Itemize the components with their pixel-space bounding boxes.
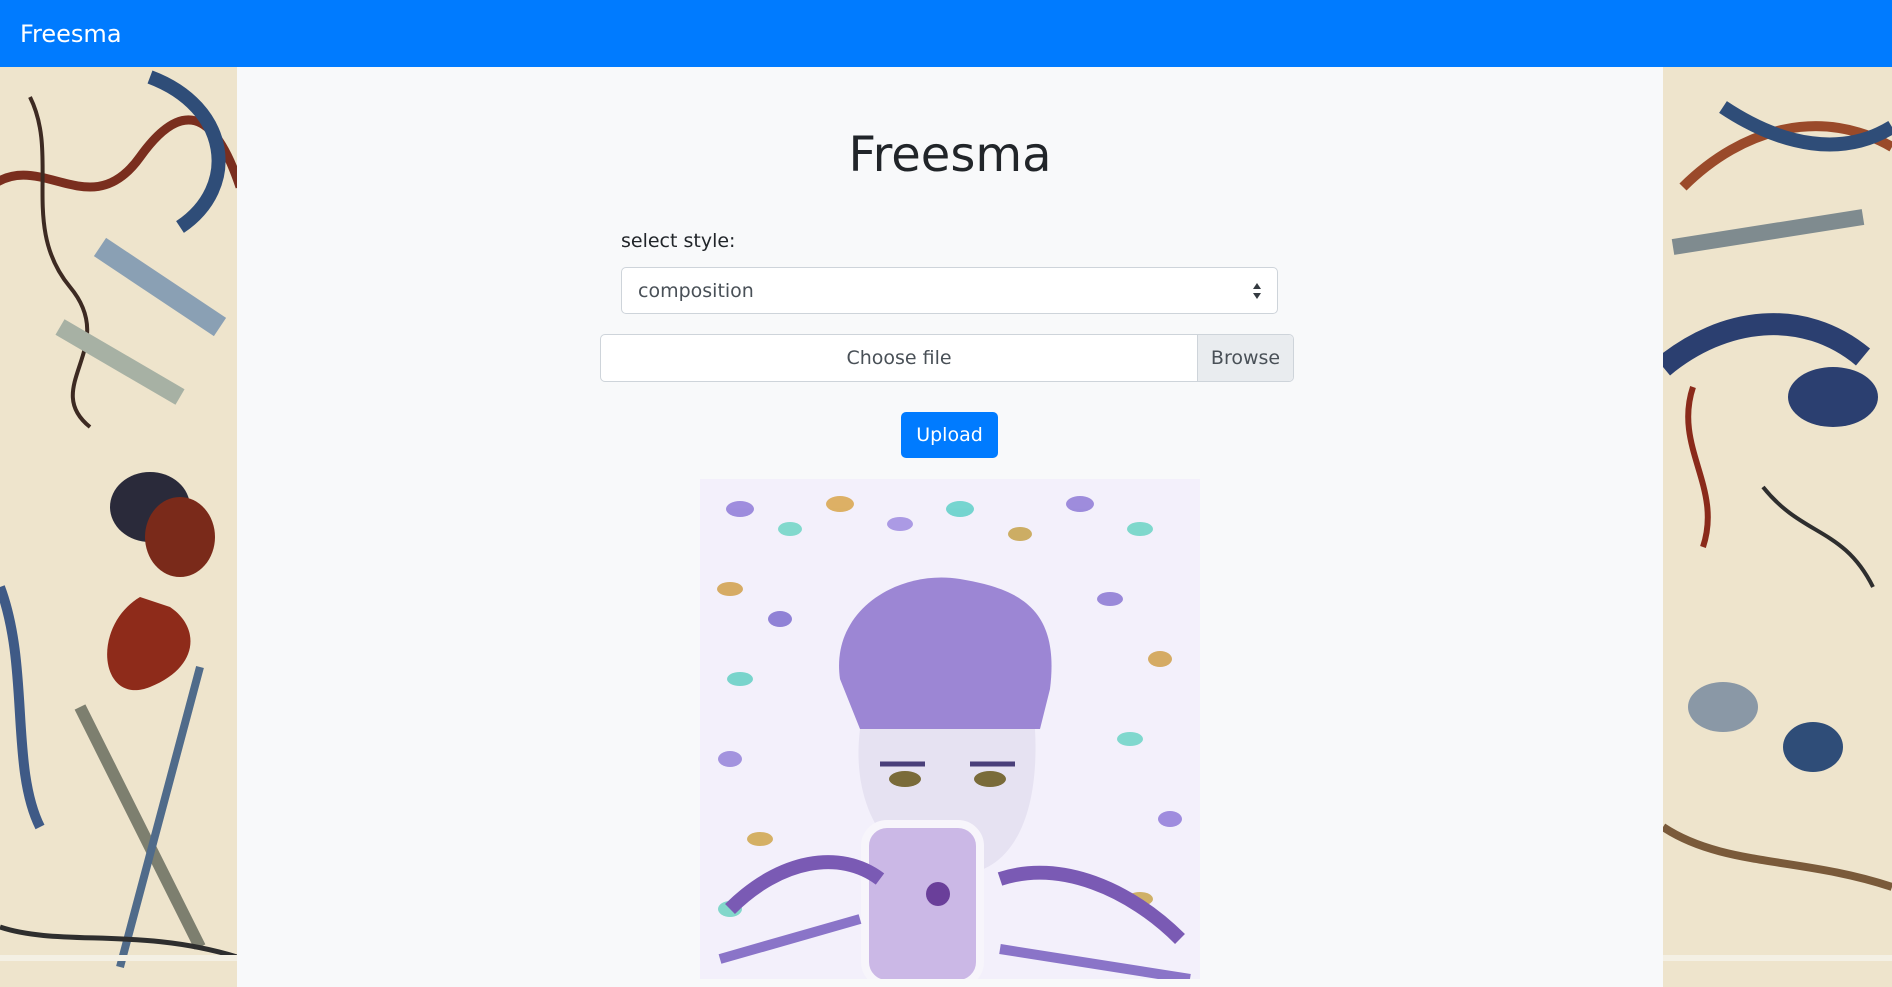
select-style-label: select style: — [621, 230, 736, 252]
page-title: Freesma — [848, 127, 1052, 183]
navbar: Freesma — [0, 0, 1892, 67]
file-input-placeholder[interactable]: Choose file — [601, 335, 1197, 381]
right-background-painting — [1663, 67, 1892, 987]
style-select-value: composition — [638, 279, 754, 302]
browse-button[interactable]: Browse — [1197, 335, 1293, 381]
style-select[interactable]: composition — [621, 267, 1278, 314]
main-content: Freesma select style: composition Choose… — [237, 67, 1663, 987]
select-arrows-icon — [1253, 283, 1261, 299]
left-background-painting — [0, 67, 237, 987]
result-image — [700, 479, 1200, 979]
file-input[interactable]: Choose file Browse — [600, 334, 1294, 382]
upload-button[interactable]: Upload — [901, 412, 998, 458]
navbar-brand[interactable]: Freesma — [20, 20, 122, 48]
